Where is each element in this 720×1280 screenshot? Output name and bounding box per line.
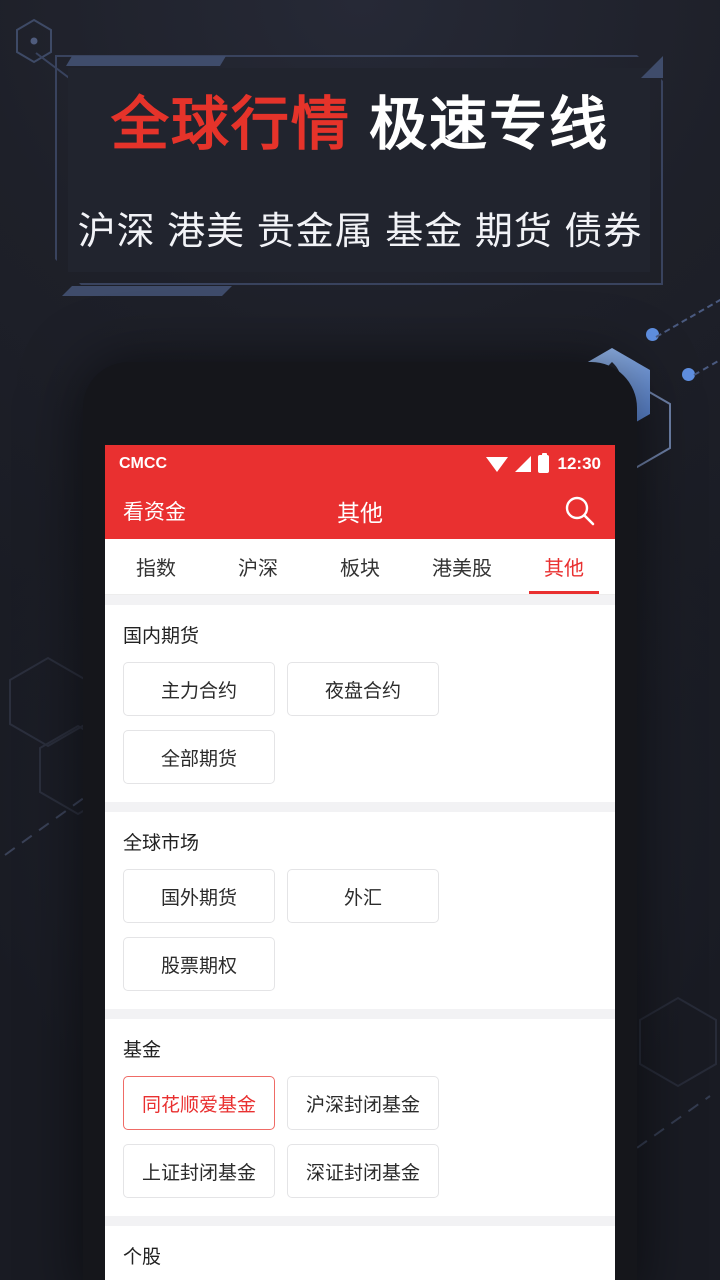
chip-ths-love-fund[interactable]: 同花顺爱基金 (123, 1076, 275, 1130)
banner-accent-bottom-left (62, 286, 232, 296)
chip-forex[interactable]: 外汇 (287, 869, 439, 923)
section-title: 基金 (123, 1040, 162, 1061)
tab-hushen[interactable]: 沪深 (207, 539, 309, 594)
tab-zhishu[interactable]: 指数 (105, 539, 207, 594)
chip-stock-options[interactable]: 股票期权 (123, 937, 275, 991)
section-title: 全球市场 (123, 833, 200, 854)
chip-shangzheng-closed-fund[interactable]: 上证封闭基金 (123, 1144, 275, 1198)
status-bar: CMCC 12:30 (105, 445, 615, 483)
page-title: 其他 (337, 500, 383, 526)
banner-corner-accent-top-right (641, 56, 663, 78)
banner-accent-top-left (66, 56, 226, 66)
status-time: 12:30 (557, 454, 601, 473)
chip-night-contract[interactable]: 夜盘合约 (287, 662, 439, 716)
section-title: 国内期货 (123, 626, 200, 647)
carrier-label: CMCC (119, 455, 167, 472)
hexagon-dot-icon (16, 18, 52, 64)
battery-icon (537, 453, 549, 473)
section-divider (105, 802, 615, 812)
chip-group: 主力合约 夜盘合约 全部期货 (123, 662, 597, 784)
section-title: 个股 (123, 1247, 162, 1268)
headline-white-part: 极速专线 (369, 92, 610, 157)
hero-banner: 全球行情 极速专线 沪深 港美 贵金属 基金 期货 债券 (0, 0, 720, 310)
tab-bar: 指数 沪深 板块 港美股 其他 (105, 539, 615, 595)
chip-all-futures[interactable]: 全部期货 (123, 730, 275, 784)
tab-bankuai[interactable]: 板块 (309, 539, 411, 594)
chip-hushen-closed-fund[interactable]: 沪深封闭基金 (287, 1076, 439, 1130)
search-icon[interactable] (563, 494, 597, 528)
chip-group: 国外期货 外汇 股票期权 (123, 869, 597, 991)
section-divider (105, 595, 615, 605)
chip-main-contract[interactable]: 主力合约 (123, 662, 275, 716)
section-domestic-futures: 国内期货 主力合约 夜盘合约 全部期货 (105, 605, 615, 802)
chip-shenzheng-closed-fund[interactable]: 深证封闭基金 (287, 1144, 439, 1198)
app-bar: 看资金 其他 (105, 483, 615, 539)
tab-gangmeigu[interactable]: 港美股 (411, 539, 513, 594)
banner-subline: 沪深 港美 贵金属 基金 期货 债券 (77, 211, 643, 253)
section-divider (105, 1216, 615, 1226)
tab-qita[interactable]: 其他 (513, 539, 615, 594)
wifi-icon (485, 456, 508, 472)
section-global-markets: 全球市场 国外期货 外汇 股票期权 (105, 812, 615, 1009)
section-funds: 基金 同花顺爱基金 沪深封闭基金 上证封闭基金 深证封闭基金 (105, 1019, 615, 1216)
banner-headline: 全球行情 极速专线 (0, 96, 720, 154)
signal-icon (514, 456, 531, 472)
phone-screen: CMCC 12:30 看资金 其他 指数 沪深 板块 港美股 其他 国内期货 主… (105, 445, 615, 1280)
chip-group: 同花顺爱基金 沪深封闭基金 上证封闭基金 深证封闭基金 (123, 1076, 597, 1198)
section-divider (105, 1009, 615, 1019)
chip-foreign-futures[interactable]: 国外期货 (123, 869, 275, 923)
headline-red-part: 全球行情 (110, 92, 351, 157)
section-individual-stocks: 个股 上证A股 上证B股 深证A股 (105, 1226, 615, 1280)
